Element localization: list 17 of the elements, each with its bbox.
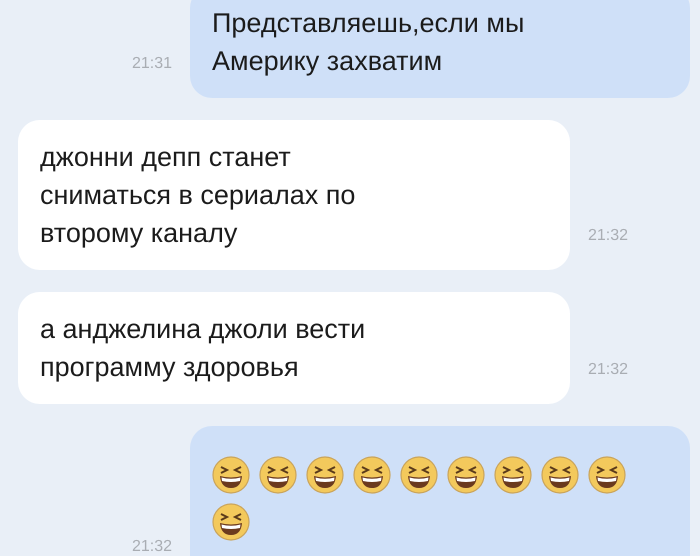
incoming-message: джонни депп станет сниматься в сериалах по второму каналу [18, 120, 570, 270]
message-time: 21:31 [132, 54, 172, 74]
laughing-emoji-icon [353, 456, 391, 494]
message-time: 21:32 [588, 226, 628, 246]
laughing-emoji-icon [447, 456, 485, 494]
incoming-message: а анджелина джоли вести программу здоровья [18, 292, 570, 404]
message-time: 21:32 [132, 537, 172, 556]
laughing-emoji-icon [259, 456, 297, 494]
laughing-emoji-icon [306, 456, 344, 494]
laughing-emoji-icon [494, 456, 532, 494]
laughing-emoji-icon [400, 456, 438, 494]
laughing-emoji-icon [541, 456, 579, 494]
laughing-emoji-icon [212, 503, 250, 541]
outgoing-message: Представляешь,если мы Америку захватим [190, 0, 690, 98]
laughing-emoji-icon [212, 456, 250, 494]
message-time: 21:32 [588, 360, 628, 380]
laughing-emoji-icon [588, 456, 626, 494]
